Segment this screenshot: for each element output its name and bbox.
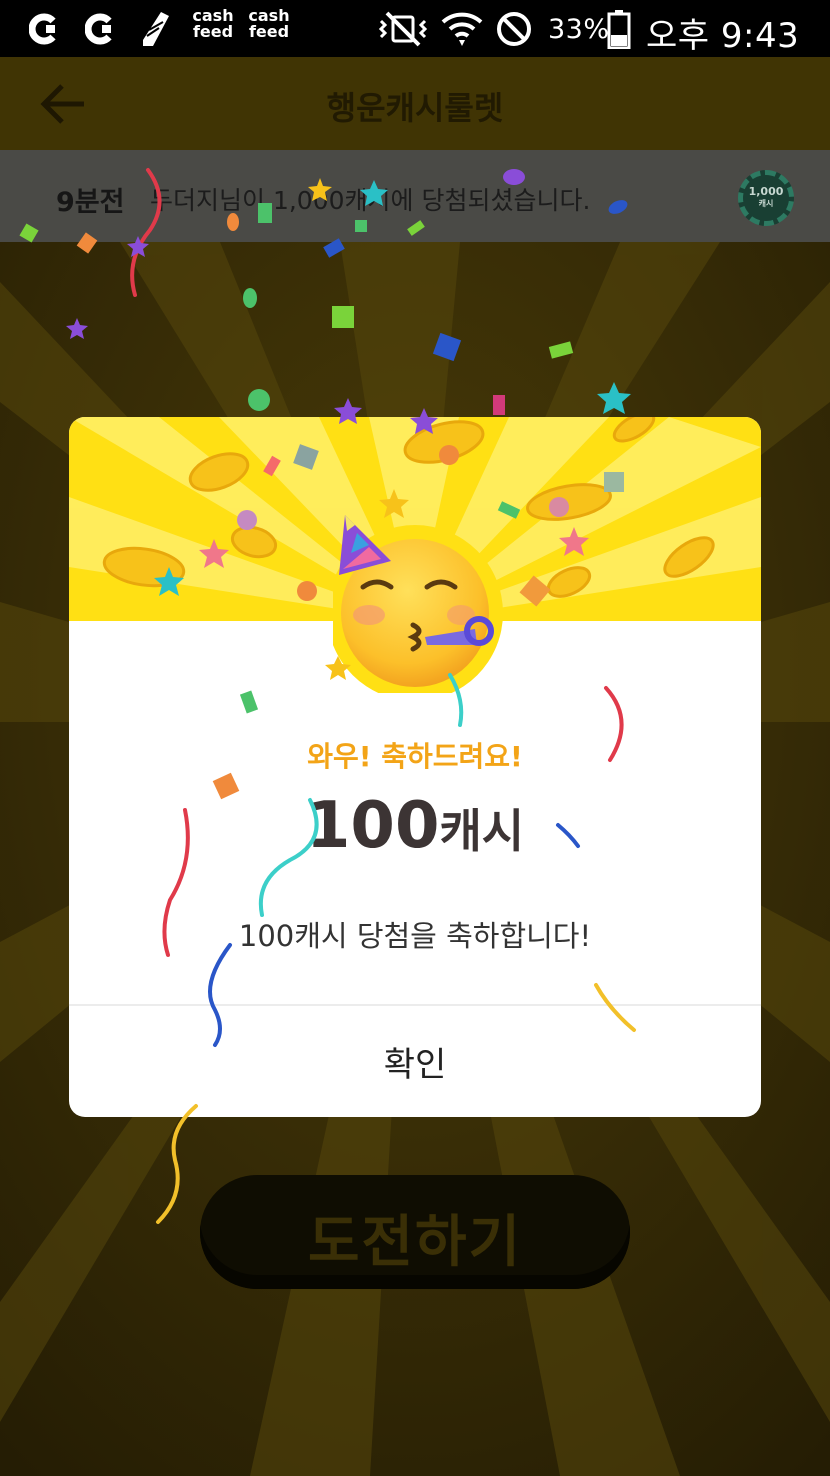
congrats-dialog: 와우! 축하드려요! 100캐시 100캐시 당첨을 축하합니다! 확인 (69, 417, 761, 1117)
app-bar: 행운캐시룰렛 (0, 57, 830, 150)
vibrate-mute-icon (374, 10, 432, 48)
cashfeed-icon: cash feed (190, 8, 236, 40)
wifi-icon (440, 10, 484, 48)
confirm-button[interactable]: 확인 (69, 1006, 761, 1117)
challenge-button-label: 도전하기 (307, 1210, 523, 1275)
cashfeed-icon: cash feed (246, 8, 292, 40)
cashfeed-label-bottom: feed (192, 22, 234, 41)
status-bar: cash feed cash feed 33% 오후 9:43 (0, 0, 830, 57)
dialog-title: 와우! 축하드려요! (307, 740, 523, 773)
winner-ticker: 9분전 두더지님이 1,000캐시에 당첨되셨습니다. (0, 150, 830, 242)
ticker-time-ago: 9분전 (56, 187, 125, 218)
status-time: 오후 9:43 (646, 16, 800, 56)
page-title: 행운캐시룰렛 (326, 89, 504, 127)
prize-amount-unit: 캐시 (439, 804, 525, 858)
chip-value: 1,000 (748, 185, 784, 198)
prize-amount: 100캐시 (69, 789, 761, 863)
challenge-button[interactable]: 도전하기 (200, 1175, 630, 1289)
cashfeed-c-icon (28, 10, 64, 48)
shoe-icon (138, 10, 174, 48)
cashfeed-label-bottom: feed (248, 22, 290, 41)
ticker-message: 두더지님이 1,000캐시에 당첨되셨습니다. (150, 186, 591, 215)
dialog-message: 100캐시 당첨을 축하합니다! (238, 919, 592, 953)
prize-amount-number: 100 (305, 789, 440, 863)
cash-chip-icon: 1,000 캐시 (738, 170, 794, 226)
partying-face-icon (333, 515, 503, 693)
do-not-disturb-icon (494, 10, 534, 48)
battery-percent: 33% (548, 14, 610, 45)
battery-icon (605, 10, 633, 49)
chip-unit: 캐시 (758, 199, 774, 208)
cashfeed-c-icon (84, 10, 120, 48)
